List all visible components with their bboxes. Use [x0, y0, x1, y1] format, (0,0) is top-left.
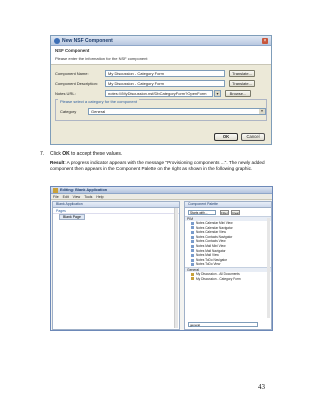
component-name-input[interactable]: My Discussion - Category Form: [105, 69, 225, 77]
palette-search-input[interactable]: general: [188, 322, 258, 327]
dialog-header-message: Please enter the information for the NSF…: [55, 56, 148, 61]
menu-edit[interactable]: Edit: [63, 195, 69, 199]
step-suffix: to accept these values.: [69, 151, 123, 157]
cancel-button[interactable]: Cancel: [241, 133, 265, 141]
component-icon: [191, 230, 194, 234]
translate-description-button[interactable]: Translate...: [229, 79, 255, 87]
app-icon: [53, 187, 58, 193]
browse-button[interactable]: Browse...: [225, 89, 251, 97]
designer-title-bar: Editing: Blank Application: [51, 187, 272, 194]
palette-buttons: Filter Clear: [218, 209, 240, 215]
designer-window: Editing: Blank Application File Edit Vie…: [50, 186, 273, 331]
menu-file[interactable]: File: [53, 195, 59, 199]
chevron-down-icon[interactable]: ▾: [259, 109, 265, 114]
app-icon: [54, 37, 60, 44]
component-icon: [191, 240, 194, 244]
dialog-buttons: OK Cancel: [211, 133, 265, 141]
component-icon: [191, 221, 194, 225]
result-text: : A progress indicator appears with the …: [50, 160, 265, 171]
step-number: 7.: [40, 151, 45, 157]
menu-view[interactable]: View: [73, 195, 81, 199]
palette-toolbar: Starts with... Filter Clear: [185, 208, 271, 216]
clear-button[interactable]: Clear: [231, 209, 240, 215]
component-icon: [191, 263, 194, 267]
palette-item-label: Notes ToDo View: [196, 262, 221, 267]
component-name-row: Component Name: My Discussion - Category…: [55, 69, 267, 77]
palette-item-label: My Discussion - Category Form: [196, 276, 241, 281]
page-tab[interactable]: Blank Page: [53, 214, 179, 220]
component-palette: Component Palette Starts with... Filter …: [184, 201, 272, 330]
dialog-form: Component Name: My Discussion - Category…: [51, 65, 271, 97]
page-number: 43: [258, 383, 265, 391]
component-icon: [191, 253, 194, 257]
component-description-label: Component Description:: [55, 80, 98, 86]
close-icon[interactable]: ×: [262, 38, 268, 44]
category-prompt: Please select a category for the compone…: [58, 99, 139, 104]
application-pane: Blank Application Pages Blank Page: [52, 201, 180, 330]
dialog-title-bar: New NSF Component ×: [51, 36, 271, 46]
designer-title: Editing: Blank Application: [60, 188, 108, 192]
new-nsf-component-dialog: New NSF Component × NSF Component Please…: [50, 35, 272, 145]
category-select[interactable]: General ▾: [88, 108, 266, 115]
category-value: General: [91, 109, 106, 114]
component-name-label: Component Name:: [55, 70, 89, 76]
notes-url-label: Notes URL:: [55, 90, 76, 96]
component-description-row: Component Description: My Discussion - C…: [55, 79, 267, 87]
dialog-header-title: NSF Component: [55, 48, 90, 53]
component-icon: [191, 249, 194, 253]
dialog-header: NSF Component Please enter the informati…: [51, 46, 271, 65]
palette-item[interactable]: My Discussion - Category Form: [185, 277, 271, 282]
category-label: Category: [60, 109, 77, 114]
dialog-title: New NSF Component: [62, 37, 113, 44]
ok-button[interactable]: OK: [214, 133, 238, 141]
chevron-down-icon[interactable]: ▾: [214, 89, 221, 97]
menu-tools[interactable]: Tools: [84, 195, 92, 199]
category-group: Please select a category for the compone…: [55, 99, 267, 121]
result-paragraph: Result: A progress indicator appears wit…: [50, 160, 272, 172]
step-instruction: 7. Click OK to accept these values.: [40, 151, 122, 157]
vertical-scrollbar[interactable]: [174, 208, 178, 328]
menu-bar: File Edit View Tools Help: [51, 194, 272, 200]
component-icon: [191, 235, 194, 239]
result-bold: Result: [50, 160, 65, 165]
filter-button[interactable]: Filter: [220, 209, 229, 215]
menu-help[interactable]: Help: [96, 195, 103, 199]
component-icon: [191, 226, 194, 230]
notes-url-input[interactable]: notes:///MyDiscussion.nsf/DbCategoryForm…: [105, 89, 213, 97]
component-icon: [191, 244, 194, 248]
component-icon: [191, 258, 194, 262]
step-text: Click OK to accept these values.: [50, 151, 122, 157]
step-prefix: Click: [50, 151, 63, 157]
palette-scrollbar[interactable]: [267, 218, 270, 318]
component-description-input[interactable]: My Discussion - Category Form: [105, 79, 225, 87]
palette-filter-select[interactable]: Starts with...: [188, 209, 216, 215]
notes-url-row: Notes URL: notes:///MyDiscussion.nsf/DbC…: [55, 89, 267, 97]
component-icon: [191, 277, 194, 281]
step-bold: OK: [62, 151, 70, 157]
component-icon: [191, 272, 194, 276]
translate-name-button[interactable]: Translate...: [229, 69, 255, 77]
page-tab-label: Blank Page: [59, 214, 85, 220]
